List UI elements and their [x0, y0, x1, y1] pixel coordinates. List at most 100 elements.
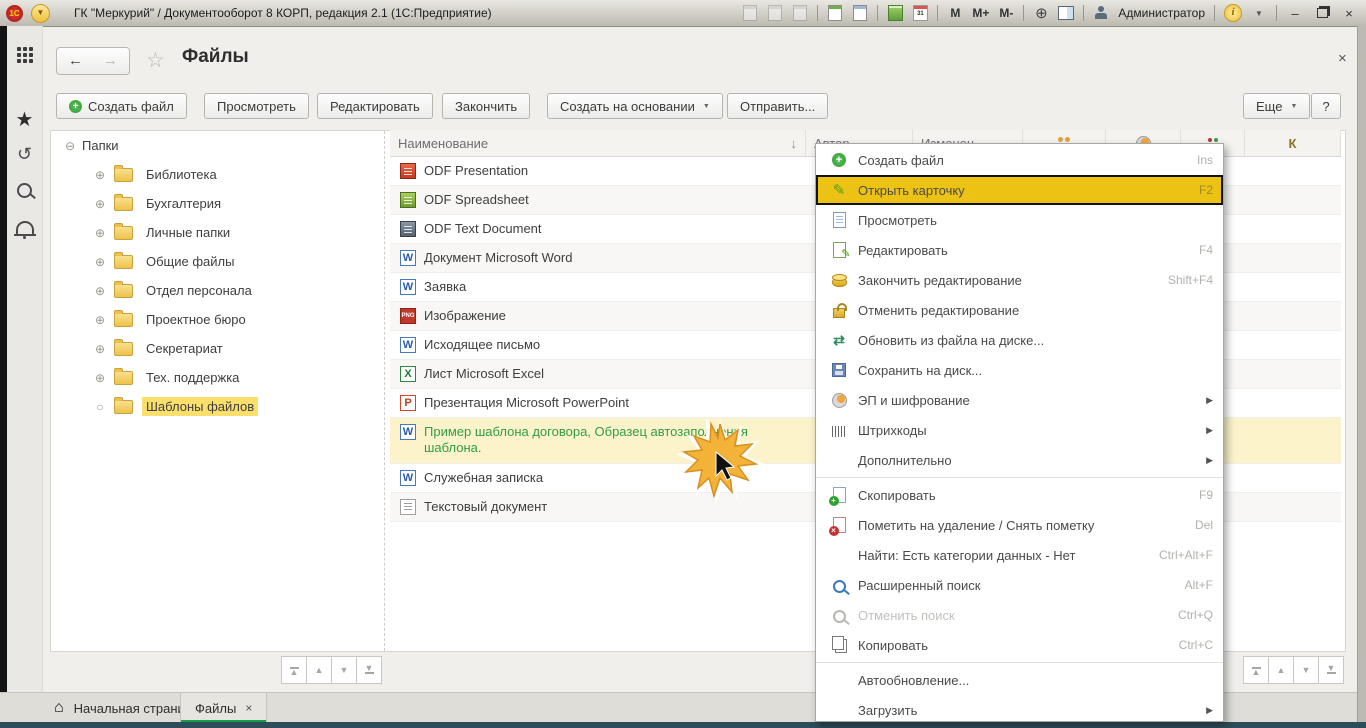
- copy-clipboard-icon: [835, 639, 847, 653]
- column-k[interactable]: К: [1245, 130, 1341, 156]
- submenu-arrow-icon: ▶: [1206, 705, 1213, 716]
- excel-file-icon: X: [400, 366, 416, 382]
- tab-files[interactable]: Файлы ×: [180, 693, 267, 723]
- menu-item[interactable]: ЭП и шифрование▶: [816, 385, 1223, 415]
- favorite-star-icon[interactable]: ☆: [146, 48, 165, 73]
- tree-expand-icon[interactable]: ⊕: [92, 226, 108, 240]
- tree-item[interactable]: ⊕Проектное бюро: [92, 305, 250, 334]
- compare-files-icon[interactable]: [827, 5, 843, 21]
- list-last-button[interactable]: ▼: [1318, 656, 1344, 684]
- list-first-button[interactable]: ▲: [1243, 656, 1269, 684]
- menu-item[interactable]: Создать файлIns: [816, 145, 1223, 175]
- tree-item[interactable]: ⊕Секретариат: [92, 334, 227, 363]
- tree-item[interactable]: ⊕Тех. поддержка: [92, 363, 243, 392]
- tree-item[interactable]: ⊕Библиотека: [92, 160, 221, 189]
- print-preview-icon[interactable]: [792, 5, 808, 21]
- list-up-button[interactable]: ▲: [1268, 656, 1294, 684]
- view-button[interactable]: Просмотреть: [204, 93, 309, 119]
- titlebar-more-dropdown-icon[interactable]: ▼: [1251, 5, 1267, 21]
- menu-shortcut: Shift+F4: [1168, 273, 1213, 287]
- apps-grid-icon[interactable]: [7, 40, 42, 70]
- file-name: Лист Microsoft Excel: [424, 366, 544, 382]
- menu-item[interactable]: Автообновление...: [816, 665, 1223, 695]
- menu-item[interactable]: Пометить на удаление / Снять пометкуDel: [816, 510, 1223, 540]
- menu-item[interactable]: Обновить из файла на диске...: [816, 325, 1223, 355]
- submenu-arrow-icon: ▶: [1206, 425, 1213, 436]
- menu-item[interactable]: КопироватьCtrl+C: [816, 630, 1223, 660]
- menu-item[interactable]: Закончить редактированиеShift+F4: [816, 265, 1223, 295]
- form-close-icon[interactable]: ×: [1338, 50, 1347, 67]
- tree-up-button[interactable]: ▲: [306, 656, 332, 684]
- powerpoint-file-icon: P: [400, 395, 416, 411]
- search-icon[interactable]: [7, 175, 42, 205]
- minimize-button[interactable]: –: [1286, 6, 1304, 21]
- more-button[interactable]: Еще▼: [1243, 93, 1310, 119]
- menu-item[interactable]: Найти: Есть категории данных - НетCtrl+A…: [816, 540, 1223, 570]
- close-window-button[interactable]: ×: [1340, 6, 1358, 21]
- tree-first-button[interactable]: ▲: [281, 656, 307, 684]
- create-file-button[interactable]: +Создать файл: [56, 93, 187, 119]
- back-button[interactable]: ←: [56, 47, 95, 75]
- tree-root-folders[interactable]: ⊖Папки: [62, 131, 123, 160]
- info-icon[interactable]: i: [1224, 4, 1242, 22]
- tree-expand-icon[interactable]: ⊕: [92, 313, 108, 327]
- menu-item-label: Открыть карточку: [858, 183, 965, 198]
- print-settings-icon[interactable]: [852, 5, 868, 21]
- favorites-star-icon[interactable]: ★: [7, 104, 42, 134]
- tree-item[interactable]: ⊕Бухгалтерия: [92, 189, 225, 218]
- menu-item[interactable]: Штрихкоды▶: [816, 415, 1223, 445]
- menu-item[interactable]: РедактироватьF4: [816, 235, 1223, 265]
- finish-button[interactable]: Закончить: [442, 93, 530, 119]
- help-button[interactable]: ?: [1311, 93, 1341, 119]
- save-icon[interactable]: [742, 5, 758, 21]
- calculator-icon[interactable]: [887, 5, 903, 21]
- tree-item[interactable]: ⊕Личные папки: [92, 218, 234, 247]
- restore-button[interactable]: [1313, 6, 1331, 21]
- split-view-icon[interactable]: [1058, 5, 1074, 21]
- tree-expand-icon[interactable]: ⊕: [92, 342, 108, 356]
- tree-expand-icon[interactable]: ○: [92, 400, 108, 414]
- menu-item[interactable]: СкопироватьF9: [816, 480, 1223, 510]
- tree-expand-icon[interactable]: ⊕: [92, 371, 108, 385]
- tree-last-button[interactable]: ▼: [356, 656, 382, 684]
- notifications-bell-icon[interactable]: [7, 212, 42, 242]
- tree-expand-icon[interactable]: ⊕: [92, 168, 108, 182]
- tree-expand-icon[interactable]: ⊕: [92, 197, 108, 211]
- m-plus-button[interactable]: M+: [972, 5, 989, 21]
- zoom-icon[interactable]: ⊕: [1033, 5, 1049, 21]
- create-based-on-button[interactable]: Создать на основании▼: [547, 93, 723, 119]
- tab-close-icon[interactable]: ×: [245, 701, 252, 715]
- tree-item[interactable]: ⊕Общие файлы: [92, 247, 238, 276]
- menu-item[interactable]: Просмотреть: [816, 205, 1223, 235]
- print-icon[interactable]: [767, 5, 783, 21]
- plus-icon: +: [69, 100, 82, 113]
- column-name[interactable]: Наименование ↓: [390, 130, 806, 156]
- menu-item[interactable]: Дополнительно▶: [816, 445, 1223, 475]
- main-menu-dropdown-icon[interactable]: ▼: [31, 4, 50, 23]
- tree-expand-icon[interactable]: ⊕: [92, 284, 108, 298]
- panel-splitter[interactable]: [384, 131, 385, 651]
- tree-down-button[interactable]: ▼: [331, 656, 357, 684]
- tree-item[interactable]: ⊕Отдел персонала: [92, 276, 256, 305]
- menu-item[interactable]: Загрузить▶: [816, 695, 1223, 722]
- m-button[interactable]: M: [947, 5, 963, 21]
- forward-button[interactable]: →: [92, 47, 130, 75]
- history-icon[interactable]: ↺: [7, 139, 42, 169]
- tree-expand-icon[interactable]: ⊖: [62, 139, 78, 153]
- file-name: ODF Text Document: [424, 221, 542, 237]
- m-minus-button[interactable]: M-: [998, 5, 1014, 21]
- calendar-icon[interactable]: 31: [912, 5, 928, 21]
- menu-item[interactable]: Сохранить на диск...: [816, 355, 1223, 385]
- menu-item[interactable]: Открыть карточку F2: [816, 175, 1223, 205]
- send-button[interactable]: Отправить...: [727, 93, 828, 119]
- edit-button[interactable]: Редактировать: [317, 93, 433, 119]
- menu-item[interactable]: Отменить редактирование: [816, 295, 1223, 325]
- menu-item[interactable]: Расширенный поискAlt+F: [816, 570, 1223, 600]
- tree-expand-icon[interactable]: ⊕: [92, 255, 108, 269]
- menu-shortcut: F2: [1199, 183, 1213, 197]
- user-name[interactable]: Администратор: [1118, 6, 1205, 20]
- list-down-button[interactable]: ▼: [1293, 656, 1319, 684]
- folder-icon: [114, 342, 133, 356]
- tree-item[interactable]: ○Шаблоны файлов: [92, 392, 258, 421]
- delete-mark-icon: [833, 517, 846, 533]
